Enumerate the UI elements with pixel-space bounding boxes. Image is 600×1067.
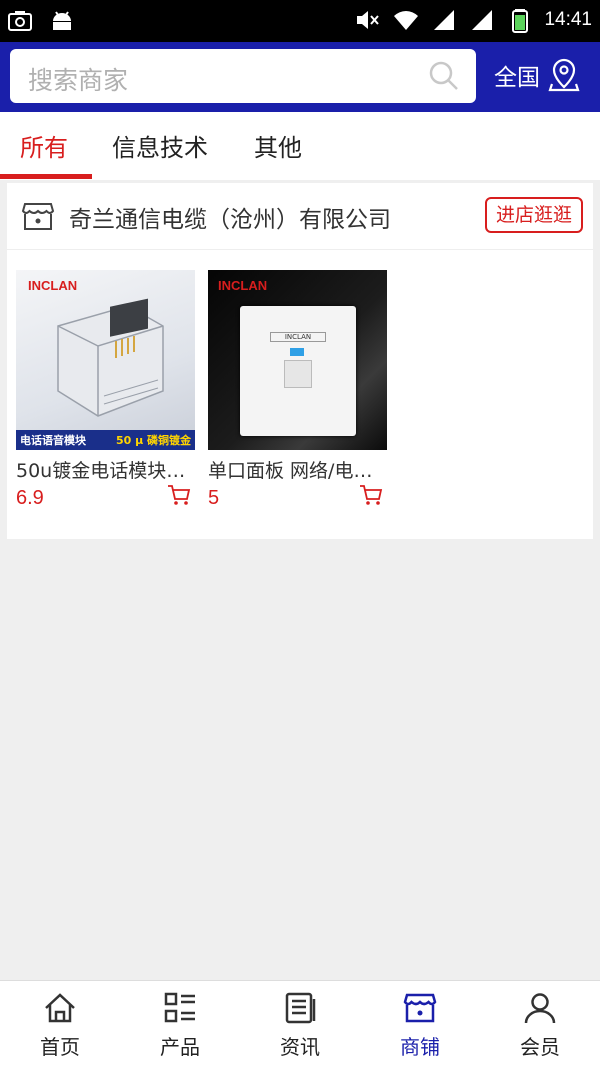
search-placeholder: 搜索商家 [28,66,129,95]
plate-label-area: INCLAN [270,332,326,342]
sim2-signal-icon [472,10,493,30]
nav-label-products: 产品 [160,1035,200,1059]
brand-logo: INCLAN [218,278,268,293]
plate-blue-tab [290,348,304,356]
nav-item-news[interactable]: 资讯 [240,981,360,1067]
store-card: 奇兰通信电缆（沧州）有限公司 进店逛逛 INCLAN 电话语音模块 50 μ 磷… [7,183,593,539]
add-to-cart-icon[interactable] [167,483,191,507]
banner-left-text: 电话语音模块 [20,434,86,447]
product-image[interactable]: INCLAN INCLAN [208,270,387,450]
tab-all[interactable]: 所有 [20,128,68,163]
mute-icon [357,11,380,29]
nav-label-news: 资讯 [280,1035,320,1059]
nav-item-home[interactable]: 首页 [0,981,120,1067]
nav-label-home: 首页 [40,1035,80,1059]
plate-port [284,360,312,388]
brand-logo: INCLAN [28,278,78,293]
location-pin-icon [548,58,580,92]
store-header[interactable]: 奇兰通信电缆（沧州）有限公司 进店逛逛 [7,183,593,250]
sim1-signal-icon [434,10,455,30]
product-banner: 电话语音模块 50 μ 磷铜镀金 [16,430,195,450]
nav-label-member: 会员 [520,1035,560,1059]
nav-item-products[interactable]: 产品 [120,981,240,1067]
search-input[interactable]: 搜索商家 [10,49,476,103]
tab-other[interactable]: 其他 [254,128,302,163]
bottom-nav: 首页 产品 资讯 商铺 会员 [0,980,600,1067]
status-bar: 14:41 [0,0,600,42]
banner-right-text: 50 μ 磷铜镀金 [115,434,191,447]
wall-plate-picture: INCLAN [240,306,356,436]
region-label: 全国 [494,65,540,91]
product-title[interactable]: 50u镀金电话模块… [16,456,195,483]
news-icon [285,992,316,1024]
search-icon[interactable] [428,60,460,92]
tab-information-technology[interactable]: 信息技术 [112,128,208,163]
product-image[interactable]: INCLAN 电话语音模块 50 μ 磷铜镀金 [16,270,195,450]
region-selector[interactable]: 全国 [494,58,580,92]
user-icon [524,993,556,1024]
store-icon [21,203,55,230]
nav-item-member[interactable]: 会员 [480,981,600,1067]
nav-label-shops: 商铺 [400,1035,440,1059]
grid-list-icon [164,992,195,1023]
store-name: 奇兰通信电缆（沧州）有限公司 [69,207,391,233]
active-tab-indicator [0,174,92,179]
product-card[interactable]: INCLAN 电话语音模块 50 μ 磷铜镀金 50u镀金电话模块… 6.9 [16,270,195,510]
screenshot-icon [8,11,32,31]
wifi-icon [394,11,419,30]
shop-icon [403,993,437,1023]
product-title[interactable]: 单口面板 网络/电… [208,456,387,483]
android-icon [53,11,71,30]
phone-module-picture [57,298,164,417]
visit-store-button[interactable]: 进店逛逛 [485,197,583,233]
category-tabs: 所有 信息技术 其他 [0,112,600,180]
home-icon [45,993,75,1023]
nav-item-shops[interactable]: 商铺 [360,981,480,1067]
header-bar: 搜索商家 全国 [0,42,600,112]
clock: 14:41 [544,9,592,30]
product-card[interactable]: INCLAN INCLAN 单口面板 网络/电… 5 [208,270,387,510]
add-to-cart-icon[interactable] [359,483,383,507]
battery-icon [512,9,529,33]
